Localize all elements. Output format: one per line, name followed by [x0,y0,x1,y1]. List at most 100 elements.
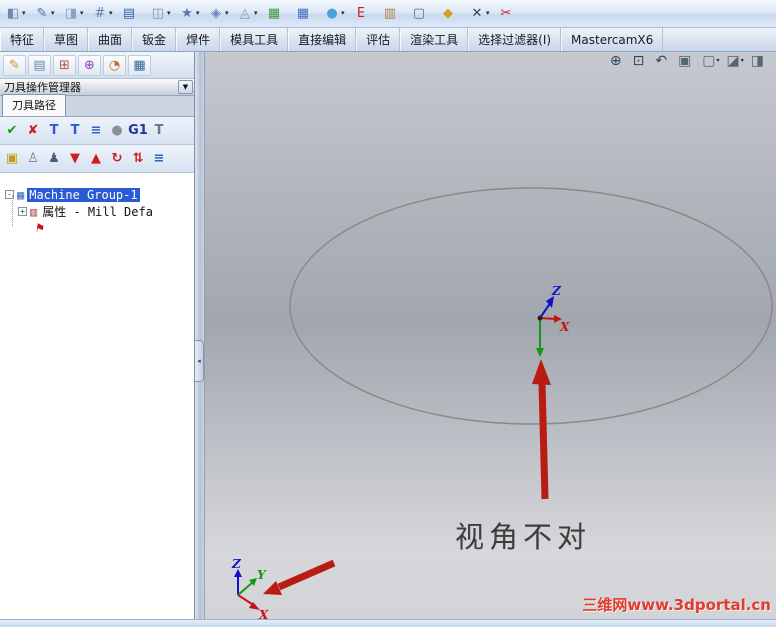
icon-glyph: ◆ [443,6,453,21]
document-icon[interactable]: ▤ [119,3,147,25]
graphics-viewport[interactable]: ⊕ ⊡ ↶ ▣ ▢ ▾ ◪ ▾ ◨ Z X Z Y X 视角不对 三维网www.… [205,52,776,619]
axis-x-label: X [559,320,570,334]
tree-row-machine-group[interactable]: - ▦ Machine Group-1 [0,186,194,203]
icon-glyph: ◧ [6,6,20,21]
properties-label[interactable]: 属性 - Mill Defa [40,203,155,220]
dropdown-arrow-icon: ▾ [196,9,200,17]
display-manager-icon[interactable]: ▦ [128,54,151,76]
tab-toolpath[interactable]: 刀具路径 [2,94,66,116]
view-orientation-triad: Z Y X [231,557,269,619]
panel-splitter[interactable]: ◂ [195,52,205,619]
toolpath-insert-button[interactable]: T [44,121,64,141]
features-flyout[interactable]: ◧ ▾ [3,3,31,25]
machine-group-icon: ▦ [17,187,25,202]
tab-features[interactable]: 特征 [0,28,45,51]
drawing-flyout[interactable]: ◬ ▾ [235,3,263,25]
icon-glyph: ✂ [500,6,512,21]
red-e-icon[interactable]: E [351,3,379,25]
tab-sheet-metal[interactable]: 钣金 [132,28,177,51]
surfaces-flyout[interactable]: ◨ ▾ [61,3,89,25]
machine-group-label[interactable]: Machine Group-1 [27,187,140,202]
tools-flyout[interactable]: ★ ▾ [177,3,205,25]
zoom-in-icon[interactable]: ⊕ [610,54,629,68]
dropdown-arrow-icon: ▾ [225,9,229,17]
icon-glyph: ↻ [111,151,123,166]
move-down-button[interactable]: ▼ [65,149,85,169]
icon-glyph: ▣ [5,151,19,166]
book-icon[interactable]: ▥ [380,3,408,25]
toolpath-delete-button[interactable]: T [65,121,85,141]
ghost-toggle2-button[interactable]: ♟ [44,149,64,169]
ghost-toggle-button[interactable]: ♙ [23,149,43,169]
dropdown-arrow-icon: ▾ [254,9,258,17]
tab-weldments[interactable]: 焊件 [176,28,221,51]
layers-button[interactable]: ≡ [86,121,106,141]
ribbon-tab-bar: 特征 草图 曲面 钣金 焊件 模具工具 直接编辑 评估 渲染工具 选择过滤器(I… [0,28,776,52]
grid-green-icon[interactable]: ▦ [264,3,292,25]
splitter-collapse-handle[interactable]: ◂ [195,340,204,382]
view-orientation-flyout[interactable]: ▢ ▾ [702,54,722,68]
icon-glyph: ⊕ [609,53,622,69]
insert-marker-flag-icon: ⚑ [34,220,45,237]
page-icon[interactable]: ▢ [409,3,437,25]
icon-glyph: ▤ [33,57,46,73]
operations-toolbar-1: ✔ ✘ T T ≡ ● G1 T [0,117,194,145]
icon-glyph: ≡ [90,123,102,138]
icon-glyph: ▦ [133,57,146,73]
toolpath-config-button[interactable]: T [149,121,169,141]
icon-glyph: ✎ [36,6,48,21]
circle-geometry[interactable] [289,187,773,425]
gem-icon[interactable]: ◆ [438,3,466,25]
deselect-ops-button[interactable]: ✘ [23,121,43,141]
panel-title-dropdown[interactable]: ▼ [178,80,193,94]
lock-button[interactable]: ▣ [2,149,22,169]
tab-surface[interactable]: 曲面 [88,28,133,51]
display-style-flyout[interactable]: ◪ ▾ [727,54,747,68]
sketch-flyout[interactable]: ✎ ▾ [32,3,60,25]
section-view-icon[interactable]: ▣ [678,54,698,68]
tree-row-properties[interactable]: + ▥ 属性 - Mill Defa [0,203,194,220]
stats-manager-icon[interactable]: ◔ [103,54,126,76]
hierarchy-manager-icon[interactable]: ⊞ [53,54,76,76]
dropdown-arrow-icon: ▾ [51,9,55,17]
stock-button[interactable]: ● [107,121,127,141]
grid-blue-icon[interactable]: ▦ [293,3,321,25]
icon-glyph: ▲ [91,151,101,166]
tab-evaluate[interactable]: 评估 [356,28,401,51]
expand-icon[interactable]: + [18,207,27,216]
triad-z-label: Z [231,557,242,571]
tree-row-insert-marker[interactable]: ⚑ [0,220,194,237]
icon-glyph: ✕ [471,6,483,21]
icon-glyph: T [70,123,80,138]
tab-selection-filter[interactable]: 选择过滤器(I) [468,28,562,51]
tab-render-tools[interactable]: 渲染工具 [400,28,469,51]
hide-show-flyout[interactable]: ◨ [751,54,771,68]
tab-direct-editing[interactable]: 直接编辑 [288,28,357,51]
g1-button[interactable]: G1 [128,121,148,141]
toolpath-manager-icon[interactable]: ✎ [3,54,26,76]
cut-red-icon[interactable]: ✂ [496,3,524,25]
dropdown-arrow-icon: ▾ [109,9,113,17]
zoom-window-icon[interactable]: ⊡ [633,54,652,68]
notes-manager-icon[interactable]: ▤ [28,54,51,76]
move-up-button[interactable]: ▲ [86,149,106,169]
axis-x-flyout[interactable]: ✕ ▾ [467,3,495,25]
watermark-text: 三维网www.3dportal.cn [582,596,771,614]
annotation-arrow-up [532,359,551,500]
select-all-ops-button[interactable]: ✔ [2,121,22,141]
icon-glyph: ✎ [9,57,20,73]
layers2-button[interactable]: ≡ [149,149,169,169]
axis-z-label: Z [551,284,562,298]
scroll-insert-button[interactable]: ↻ [107,149,127,169]
annotation-arrow-left [263,559,336,595]
previous-view-icon[interactable]: ↶ [655,54,674,68]
tab-mastercamx6[interactable]: MastercamX6 [561,28,664,51]
planes-manager-icon[interactable]: ⊕ [78,54,101,76]
assembly-flyout[interactable]: ◈ ▾ [206,3,234,25]
sphere-flyout[interactable]: ● ▾ [322,3,350,25]
view-flyout[interactable]: ◫ ▾ [148,3,176,25]
tab-sketch[interactable]: 草图 [44,28,89,51]
evaluate-flyout[interactable]: # ▾ [90,3,118,25]
swap-button[interactable]: ⇅ [128,149,148,169]
tab-mold-tools[interactable]: 模具工具 [220,28,289,51]
